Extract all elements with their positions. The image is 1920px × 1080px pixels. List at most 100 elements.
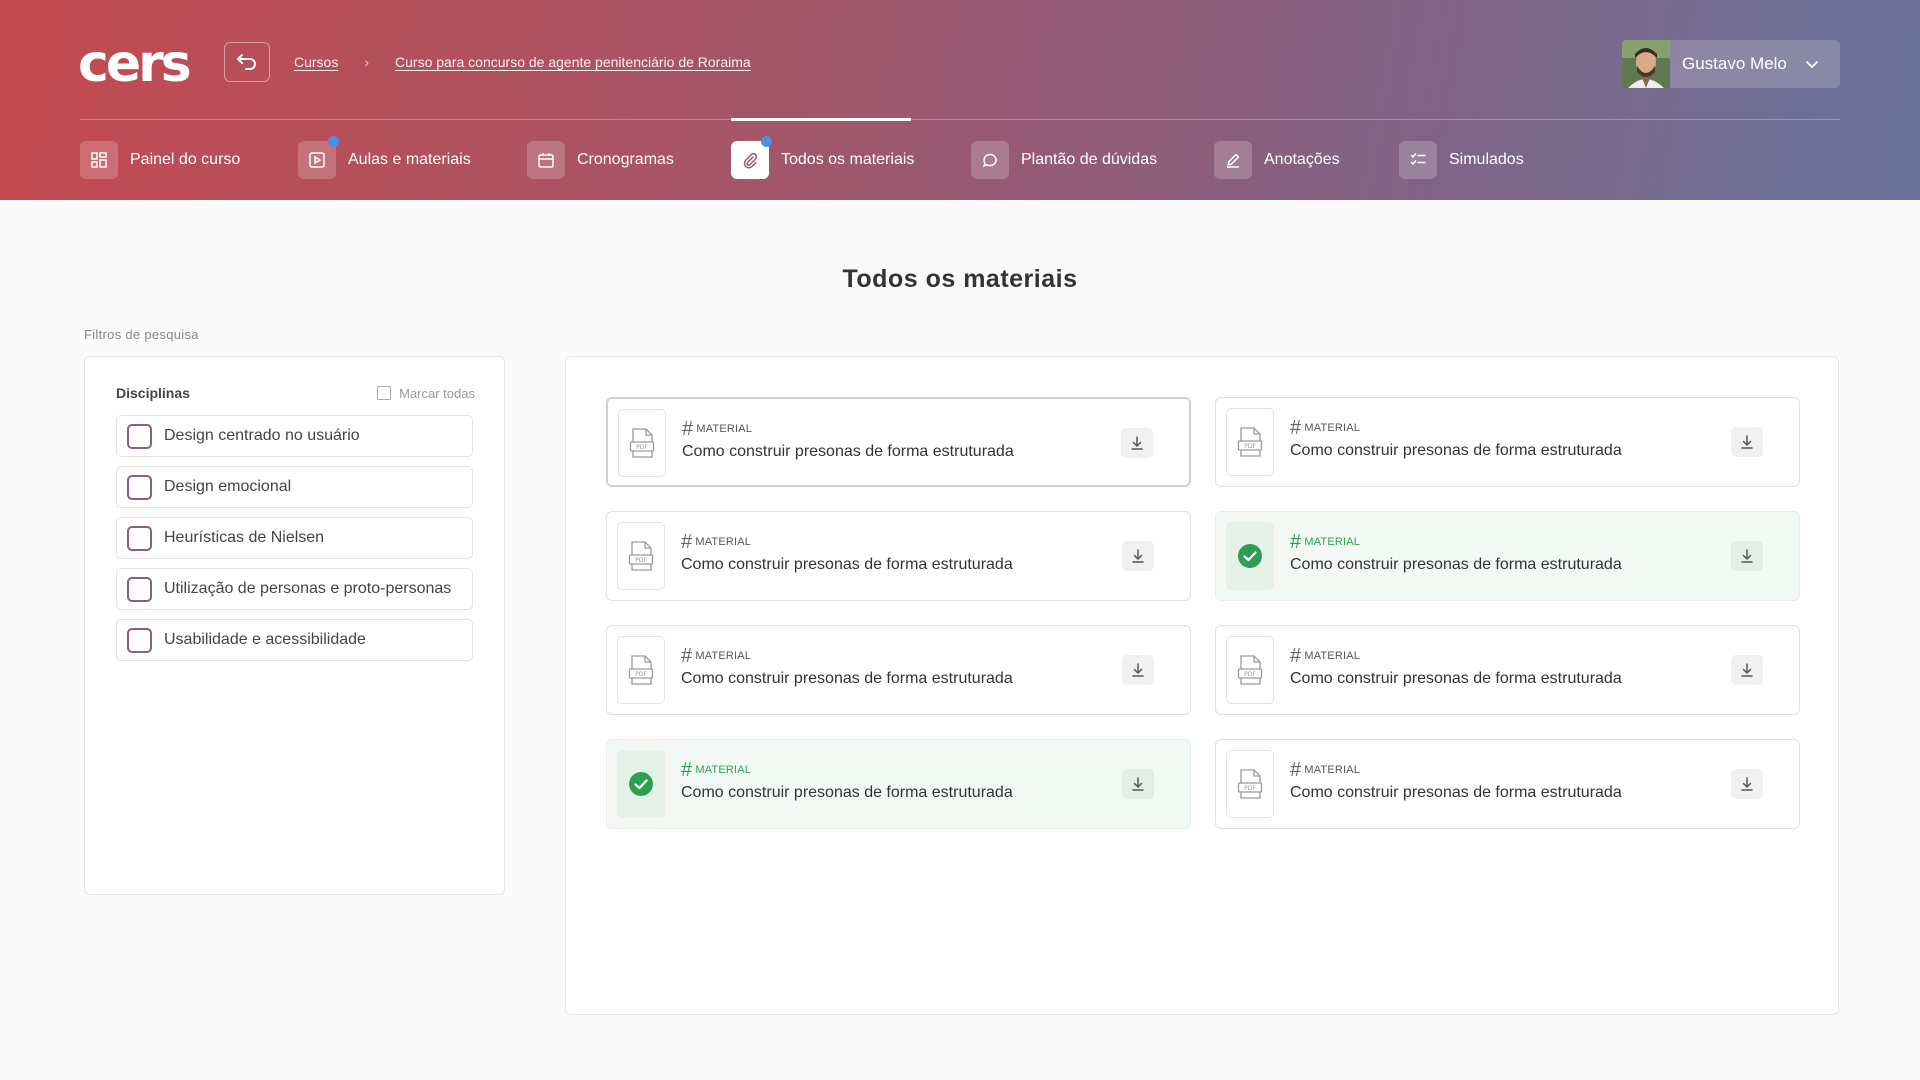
nav-label: Simulados xyxy=(1449,151,1524,168)
header: cers Cursos › Curso para concurso de age… xyxy=(0,0,1920,200)
breadcrumb-cursos[interactable]: Cursos xyxy=(294,54,338,70)
material-card[interactable]: PDF # MATERIAL Como construir presonas d… xyxy=(1215,397,1800,487)
filter-item-personas[interactable]: Utilização de personas e proto-personas xyxy=(116,568,473,610)
download-icon xyxy=(1741,435,1753,449)
material-card[interactable]: PDF # MATERIAL Como construir presonas d… xyxy=(1215,625,1800,715)
filter-item-usabilidade[interactable]: Usabilidade e acessibilidade xyxy=(116,619,473,661)
pdf-file-icon: PDF xyxy=(617,522,665,590)
material-tag: # MATERIAL xyxy=(681,759,752,781)
active-tab-indicator xyxy=(731,118,911,121)
material-card[interactable]: PDF # MATERIAL Como construir presonas d… xyxy=(606,397,1191,487)
mark-all-checkbox[interactable]: Marcar todas xyxy=(377,386,475,401)
filter-item-design-emocional[interactable]: Design emocional xyxy=(116,466,473,508)
download-button[interactable] xyxy=(1122,541,1154,571)
filter-label: Usabilidade e acessibilidade xyxy=(164,631,366,648)
header-divider xyxy=(80,119,1840,120)
pdf-file-icon: PDF xyxy=(1226,636,1274,704)
filter-item-heuristicas[interactable]: Heurísticas de Nielsen xyxy=(116,517,473,559)
material-title: Como construir presonas de forma estrutu… xyxy=(681,556,1013,573)
pdf-file-icon: PDF xyxy=(617,636,665,704)
checkbox[interactable] xyxy=(127,576,152,602)
hash-icon: # xyxy=(1290,531,1302,553)
material-card[interactable]: PDF # MATERIAL Como construir presonas d… xyxy=(1215,511,1800,601)
material-card[interactable]: PDF # MATERIAL Como construir presonas d… xyxy=(606,511,1191,601)
download-icon xyxy=(1741,549,1753,563)
svg-text:PDF: PDF xyxy=(1244,671,1256,678)
nav-label: Plantão de dúvidas xyxy=(1021,151,1158,168)
tab-painel-do-curso[interactable]: Painel do curso xyxy=(80,140,240,180)
pdf-file-icon: PDF xyxy=(618,409,666,477)
filter-label: Design emocional xyxy=(164,478,292,495)
checkbox[interactable] xyxy=(127,525,152,551)
user-menu[interactable]: Gustavo Melo xyxy=(1622,40,1840,88)
tab-anotacoes[interactable]: Anotações xyxy=(1214,140,1340,180)
disciplines-heading: Disciplinas xyxy=(116,385,190,401)
nav-label: Anotações xyxy=(1264,151,1340,168)
material-title: Como construir presonas de forma estrutu… xyxy=(1290,442,1622,459)
download-icon xyxy=(1741,663,1753,677)
material-tag-label: MATERIAL xyxy=(695,650,752,662)
material-card[interactable]: PDF # MATERIAL Como construir presonas d… xyxy=(606,625,1191,715)
material-tag-label: MATERIAL xyxy=(695,764,752,776)
download-button[interactable] xyxy=(1731,655,1763,685)
material-tag-label: MATERIAL xyxy=(1304,764,1361,776)
checkbox[interactable] xyxy=(127,627,152,653)
checkbox[interactable] xyxy=(127,474,152,500)
material-tag: # MATERIAL xyxy=(1290,645,1360,667)
checklist-icon xyxy=(1399,141,1437,179)
tab-simulados[interactable]: Simulados xyxy=(1399,140,1524,180)
material-card[interactable]: PDF # MATERIAL Como construir presonas d… xyxy=(606,739,1191,829)
pdf-file-icon: PDF xyxy=(1226,750,1274,818)
check-circle-icon: PDF xyxy=(617,750,665,818)
download-button[interactable] xyxy=(1731,769,1763,799)
material-tag-label: MATERIAL xyxy=(695,536,752,548)
hash-icon: # xyxy=(681,645,693,667)
svg-text:PDF: PDF xyxy=(635,557,647,564)
tab-todos-os-materiais[interactable]: Todos os materiais xyxy=(731,136,914,180)
course-nav: Painel do curso Aulas e materiais Cronog… xyxy=(0,136,1920,180)
material-tag: # MATERIAL xyxy=(1290,760,1361,780)
material-title: Como construir presonas de forma estrutu… xyxy=(1290,670,1622,687)
hash-icon: # xyxy=(682,418,694,440)
tab-cronogramas[interactable]: Cronogramas xyxy=(527,140,674,180)
material-tag: # MATERIAL xyxy=(681,645,752,667)
nav-label: Cronogramas xyxy=(577,151,674,168)
avatar xyxy=(1622,40,1670,88)
svg-text:PDF: PDF xyxy=(1244,785,1256,792)
back-button[interactable] xyxy=(224,42,270,82)
filters-label: Filtros de pesquisa xyxy=(84,327,199,342)
hash-icon: # xyxy=(1290,645,1302,667)
download-button[interactable] xyxy=(1122,769,1154,799)
material-card[interactable]: PDF # MATERIAL Como construir presonas d… xyxy=(1215,739,1800,829)
filter-item-design-centrado[interactable]: Design centrado no usuário xyxy=(116,415,473,457)
play-icon xyxy=(298,136,339,179)
pdf-file-icon: PDF xyxy=(1226,408,1274,476)
hash-icon: # xyxy=(681,759,693,781)
filter-label: Utilização de personas e proto-personas xyxy=(164,580,452,597)
material-tag: # MATERIAL xyxy=(682,418,752,440)
material-tag: # MATERIAL xyxy=(1290,417,1360,439)
breadcrumb-course[interactable]: Curso para concurso de agente penitenciá… xyxy=(395,54,751,70)
nav-label: Painel do curso xyxy=(130,151,241,168)
page-title: Todos os materiais xyxy=(842,265,1078,293)
paperclip-icon xyxy=(731,136,772,179)
hash-icon: # xyxy=(1290,417,1302,439)
download-button[interactable] xyxy=(1122,655,1154,685)
tab-aulas-e-materiais[interactable]: Aulas e materiais xyxy=(298,136,471,180)
checkbox[interactable] xyxy=(127,423,152,449)
download-button[interactable] xyxy=(1121,428,1153,458)
download-button[interactable] xyxy=(1731,427,1763,457)
material-tag: # MATERIAL xyxy=(1290,531,1360,553)
chevron-right-icon: › xyxy=(364,54,370,70)
filter-header: Disciplinas Marcar todas xyxy=(116,385,475,401)
filter-label: Design centrado no usuário xyxy=(164,427,360,444)
tab-plantao-de-duvidas[interactable]: Plantão de dúvidas xyxy=(971,140,1157,180)
svg-text:PDF: PDF xyxy=(635,671,647,678)
logo[interactable]: cers xyxy=(78,38,192,90)
download-button[interactable] xyxy=(1731,541,1763,571)
download-icon xyxy=(1131,436,1143,450)
checkbox[interactable] xyxy=(377,386,392,400)
nav-label: Aulas e materiais xyxy=(348,151,471,168)
filter-label: Heurísticas de Nielsen xyxy=(164,529,325,546)
chevron-down-icon xyxy=(1805,59,1819,69)
